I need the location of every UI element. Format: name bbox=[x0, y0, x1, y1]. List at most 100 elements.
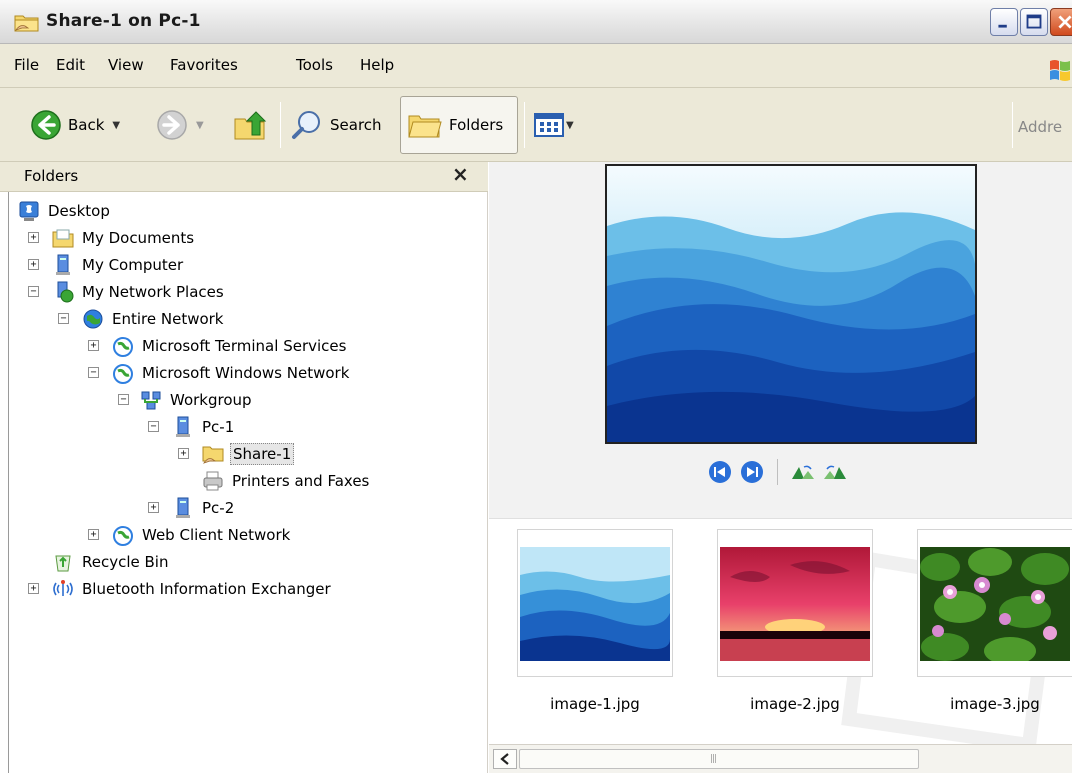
chevron-left-icon bbox=[500, 753, 509, 765]
menu-file-label: File bbox=[14, 56, 40, 74]
preview-controls bbox=[709, 458, 848, 486]
thumbnail-image-1[interactable] bbox=[517, 529, 673, 677]
network-globe-icon bbox=[113, 526, 133, 546]
collapse-icon[interactable]: − bbox=[58, 313, 69, 324]
expand-icon[interactable]: + bbox=[178, 448, 189, 459]
my-computer-icon bbox=[56, 254, 70, 275]
close-button[interactable] bbox=[1050, 8, 1072, 36]
tree-item-workgroup[interactable]: Workgroup bbox=[140, 387, 254, 413]
menu-favorites-label: Favorites bbox=[170, 56, 238, 74]
tree-item-web-client-network[interactable]: Web Client Network bbox=[112, 522, 292, 548]
tree-item-my-network-places[interactable]: My Network Places bbox=[52, 279, 226, 305]
rotate-counterclockwise-icon[interactable] bbox=[822, 461, 848, 483]
menu-tools-label: Tools bbox=[296, 56, 333, 74]
shared-folder-icon bbox=[202, 446, 224, 464]
printer-icon bbox=[203, 471, 223, 491]
tree-item-printers-and-faxes[interactable]: Printers and Faxes bbox=[202, 468, 371, 494]
views-dropdown-icon[interactable]: ▼ bbox=[566, 120, 574, 131]
tree-item-microsoft-terminal-services[interactable]: Microsoft Terminal Services bbox=[112, 333, 348, 359]
search-icon bbox=[292, 111, 320, 139]
tree-item-entire-network[interactable]: Entire Network bbox=[82, 306, 226, 332]
search-button[interactable]: Search bbox=[290, 96, 382, 154]
network-globe-icon bbox=[113, 364, 133, 384]
search-label: Search bbox=[330, 116, 382, 134]
tree-item-pc-2[interactable]: Pc-2 bbox=[172, 495, 236, 521]
horizontal-scrollbar[interactable]: ||| bbox=[489, 744, 1072, 773]
collapse-icon[interactable]: − bbox=[88, 367, 99, 378]
collapse-icon[interactable]: − bbox=[118, 394, 129, 405]
expand-icon[interactable]: + bbox=[88, 340, 99, 351]
tree-label: Printers and Faxes bbox=[232, 472, 370, 490]
minimize-button[interactable] bbox=[990, 8, 1018, 36]
menu-help-label: Help bbox=[360, 56, 395, 74]
menu-bar: File Edit View Favorites Tools Help bbox=[0, 44, 1072, 88]
menu-tools[interactable]: Tools bbox=[296, 56, 333, 74]
scroll-left-button[interactable] bbox=[493, 749, 517, 769]
forward-button[interactable]: ▼ bbox=[156, 96, 204, 154]
views-button[interactable]: ▼ bbox=[534, 96, 574, 154]
tree-item-recycle-bin[interactable]: Recycle Bin bbox=[52, 549, 170, 575]
expand-icon[interactable]: + bbox=[148, 502, 159, 513]
tree-item-microsoft-windows-network[interactable]: Microsoft Windows Network bbox=[112, 360, 351, 386]
menu-view[interactable]: View bbox=[108, 56, 144, 74]
title-bar[interactable]: Share-1 on Pc-1 bbox=[0, 0, 1072, 44]
expand-icon[interactable]: + bbox=[28, 232, 39, 243]
preview-image[interactable] bbox=[605, 164, 977, 444]
entire-network-icon bbox=[83, 309, 103, 329]
previous-icon bbox=[714, 467, 725, 477]
forward-dropdown-icon[interactable]: ▼ bbox=[196, 120, 204, 131]
recycle-bin-icon bbox=[55, 555, 71, 572]
folders-icon bbox=[408, 115, 442, 138]
tree-item-bluetooth-information-exchanger[interactable]: Bluetooth Information Exchanger bbox=[52, 576, 333, 602]
toolbar-separator bbox=[1012, 102, 1013, 148]
tree-label: Bluetooth Information Exchanger bbox=[82, 580, 331, 598]
next-icon bbox=[747, 467, 758, 477]
tree-label: My Network Places bbox=[82, 283, 224, 301]
maximize-button[interactable] bbox=[1020, 8, 1048, 36]
folders-pane-title: Folders bbox=[24, 167, 79, 185]
next-image-button[interactable] bbox=[741, 461, 763, 483]
tree-label: Microsoft Terminal Services bbox=[142, 337, 347, 355]
tree-label: Recycle Bin bbox=[82, 553, 169, 571]
thumbnail-image-2[interactable] bbox=[717, 529, 873, 677]
tree-label: Entire Network bbox=[112, 310, 224, 328]
expand-icon[interactable]: + bbox=[28, 583, 39, 594]
rotate-clockwise-icon[interactable] bbox=[790, 461, 816, 483]
previous-image-button[interactable] bbox=[709, 461, 731, 483]
tree-item-share-1[interactable]: Share-1 bbox=[202, 441, 295, 467]
menu-file[interactable]: File bbox=[14, 56, 39, 74]
expand-icon[interactable]: + bbox=[28, 259, 39, 270]
back-label: Back bbox=[68, 116, 105, 134]
tree-item-my-documents[interactable]: My Documents bbox=[52, 225, 196, 251]
tree-label: Web Client Network bbox=[142, 526, 291, 544]
collapse-icon[interactable]: − bbox=[148, 421, 159, 432]
toolbar: Back ▼ ▼ Search Folders ▼ bbox=[0, 88, 1072, 162]
windows-logo-icon bbox=[1050, 60, 1070, 81]
folders-button[interactable]: Folders bbox=[400, 96, 518, 154]
menu-help[interactable]: Help bbox=[360, 56, 394, 74]
thumbnail-label: image-1.jpg bbox=[550, 695, 640, 713]
desktop-icon bbox=[19, 201, 39, 221]
up-folder-button[interactable] bbox=[232, 96, 268, 154]
menu-favorites[interactable]: Favorites bbox=[170, 56, 238, 74]
thumbnail-label: image-3.jpg bbox=[950, 695, 1040, 713]
my-documents-icon bbox=[52, 229, 74, 248]
thumbnails-area: image-1.jpg image-2.jpg image-3.jpg bbox=[489, 518, 1072, 745]
window-title: Share-1 on Pc-1 bbox=[46, 11, 201, 31]
scroll-thumb[interactable]: ||| bbox=[519, 749, 919, 769]
preview-area bbox=[489, 162, 1072, 518]
red-sunset-thumbnail bbox=[720, 547, 870, 661]
tree-item-pc-1[interactable]: Pc-1 bbox=[172, 414, 236, 440]
tree-item-desktop[interactable]: Desktop bbox=[18, 198, 112, 224]
tree-item-my-computer[interactable]: My Computer bbox=[52, 252, 185, 278]
tree-label: Pc-1 bbox=[202, 418, 235, 436]
collapse-icon[interactable]: − bbox=[28, 286, 39, 297]
computer-icon bbox=[176, 416, 190, 437]
back-button[interactable]: Back ▼ bbox=[30, 96, 120, 154]
folders-pane-header: Folders × bbox=[0, 162, 488, 192]
expand-icon[interactable]: + bbox=[88, 529, 99, 540]
back-dropdown-icon[interactable]: ▼ bbox=[112, 120, 120, 131]
folders-pane-close-icon[interactable]: × bbox=[452, 162, 469, 186]
thumbnail-image-3[interactable] bbox=[917, 529, 1072, 677]
menu-edit[interactable]: Edit bbox=[56, 56, 85, 74]
